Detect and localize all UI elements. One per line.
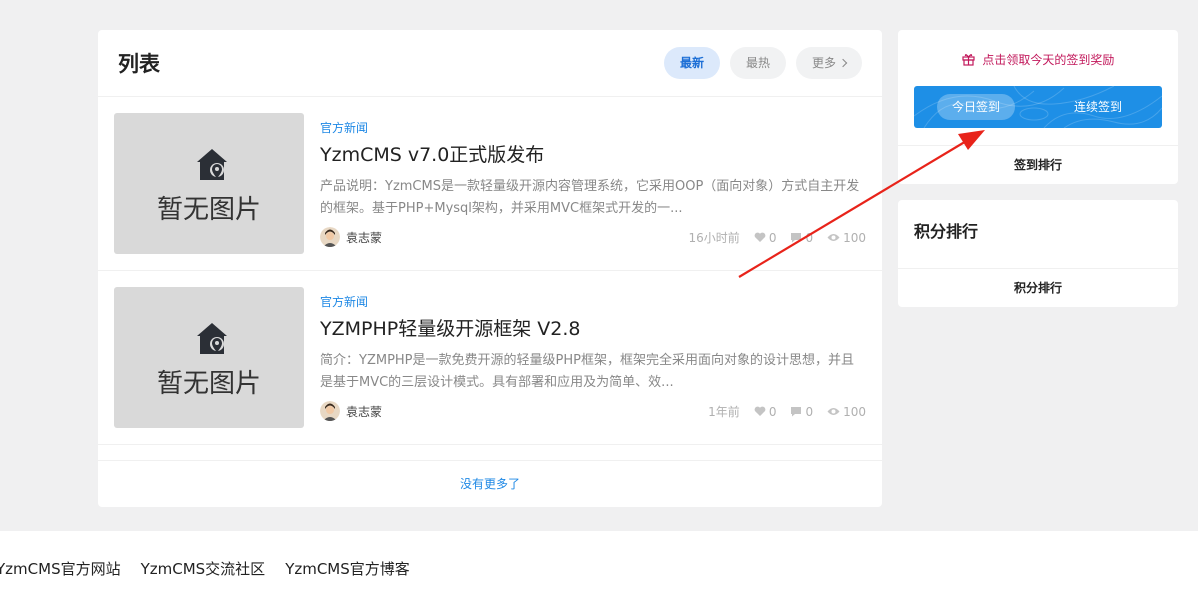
post-category[interactable]: 官方新闻 — [320, 119, 368, 136]
comment-icon — [791, 407, 802, 417]
house-pin-icon — [197, 149, 227, 180]
post-author[interactable]: 袁志蒙 — [320, 401, 382, 421]
points-ranking-title: 积分排行 — [914, 222, 979, 241]
reward-text: 点击领取今天的签到奖励 — [982, 53, 1115, 67]
post-time: 16小时前 — [688, 231, 740, 245]
signin-card: 点击领取今天的签到奖励 今日签到 连续签到 签到排行 — [898, 30, 1178, 184]
post-thumbnail[interactable]: 暂无图片 — [114, 287, 304, 428]
list-header: 列表 最新 最热 更多 — [98, 30, 882, 97]
post-meta: 16小时前 0 0 100 — [689, 229, 866, 246]
comment-icon — [791, 233, 802, 243]
post-views: 100 — [827, 231, 866, 245]
footer-link-official-site[interactable]: YzmCMS官方网站 — [0, 558, 121, 579]
tab-hottest[interactable]: 最热 — [729, 47, 786, 79]
list-item: 暂无图片 官方新闻 YZMPHP轻量级开源框架 V2.8 简介：YZMPHP是一… — [98, 271, 882, 445]
post-category[interactable]: 官方新闻 — [320, 293, 368, 310]
post-excerpt: 简介：YZMPHP是一款免费开源的轻量级PHP框架，框架完全采用面向对象的设计思… — [320, 353, 854, 390]
points-ranking-link[interactable]: 积分排行 — [898, 268, 1178, 307]
signin-ranking-link[interactable]: 签到排行 — [898, 145, 1178, 184]
no-image-text: 暂无图片 — [156, 195, 261, 225]
tab-more-label: 更多 — [811, 56, 836, 70]
chevron-right-icon — [838, 58, 848, 68]
author-name: 袁志蒙 — [346, 404, 383, 419]
signin-reward-prompt[interactable]: 点击领取今天的签到奖励 — [898, 51, 1178, 68]
likes-count: 0 — [768, 404, 777, 419]
avatar — [320, 401, 340, 421]
eye-icon — [827, 408, 840, 415]
footer-link-blog[interactable]: YzmCMS官方博客 — [285, 558, 410, 579]
heart-icon — [754, 406, 766, 416]
comments-count: 0 — [805, 404, 814, 419]
site-footer: YzmCMS官方网站 YzmCMS交流社区 YzmCMS官方博客 — [0, 531, 1198, 603]
today-signin-button[interactable]: 今日签到 — [937, 94, 1015, 120]
list-item: 暂无图片 官方新闻 YzmCMS v7.0正式版发布 产品说明：YzmCMS是一… — [98, 97, 882, 271]
comments-count: 0 — [805, 230, 814, 245]
post-comments[interactable]: 0 — [790, 405, 813, 419]
sort-tabs: 最新 最热 更多 — [663, 47, 862, 79]
footer-link-community[interactable]: YzmCMS交流社区 — [141, 558, 266, 579]
points-ranking-card: 积分排行 积分排行 — [898, 200, 1178, 307]
post-meta: 1年前 0 0 100 — [708, 403, 866, 420]
signin-bar: 今日签到 连续签到 — [914, 86, 1162, 128]
article-list-card: 列表 最新 最热 更多 暂无图片 官方新闻 YzmCMS v7.0正式版发布 产… — [98, 30, 882, 507]
post-thumbnail[interactable]: 暂无图片 — [114, 113, 304, 254]
post-author[interactable]: 袁志蒙 — [320, 227, 382, 247]
author-name: 袁志蒙 — [346, 230, 383, 245]
list-title: 列表 — [118, 52, 160, 76]
no-more-link[interactable]: 没有更多了 — [98, 460, 882, 507]
no-image-text: 暂无图片 — [156, 369, 261, 399]
streak-label: 连续签到 — [1074, 100, 1123, 114]
tab-more[interactable]: 更多 — [795, 47, 862, 79]
post-time: 1年前 — [708, 405, 740, 419]
post-title[interactable]: YZMPHP轻量级开源框架 V2.8 — [320, 314, 580, 341]
post-comments[interactable]: 0 — [790, 231, 813, 245]
views-count: 100 — [843, 404, 866, 419]
post-views: 100 — [827, 405, 866, 419]
footer-links: YzmCMS官方网站 YzmCMS交流社区 YzmCMS官方博客 — [0, 558, 410, 579]
likes-count: 0 — [768, 230, 777, 245]
house-pin-icon — [197, 323, 227, 354]
post-title[interactable]: YzmCMS v7.0正式版发布 — [320, 140, 544, 167]
post-likes[interactable]: 0 — [754, 404, 777, 419]
tab-latest[interactable]: 最新 — [663, 47, 720, 79]
post-likes[interactable]: 0 — [754, 230, 777, 245]
heart-icon — [754, 232, 766, 242]
post-excerpt: 产品说明：YzmCMS是一款轻量级开源内容管理系统，它采用OOP（面向对象）方式… — [320, 179, 860, 216]
eye-icon — [827, 234, 840, 241]
avatar — [320, 227, 340, 247]
views-count: 100 — [843, 230, 866, 245]
gift-icon — [961, 54, 975, 66]
